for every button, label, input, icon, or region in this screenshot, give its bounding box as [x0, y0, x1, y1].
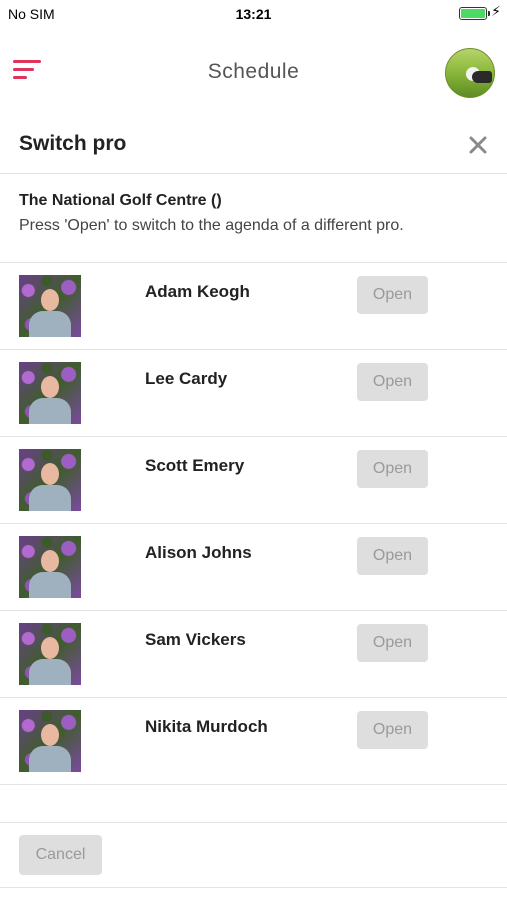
- open-button[interactable]: Open: [357, 363, 428, 401]
- pro-photo: [19, 623, 81, 685]
- pro-photo: [19, 362, 81, 424]
- close-icon[interactable]: [467, 134, 489, 156]
- list-item: Alison Johns Open: [0, 524, 507, 611]
- cancel-button[interactable]: Cancel: [19, 835, 102, 875]
- open-button[interactable]: Open: [357, 276, 428, 314]
- list-item: Scott Emery Open: [0, 437, 507, 524]
- pro-photo: [19, 536, 81, 598]
- pro-photo: [19, 275, 81, 337]
- pro-name: Lee Cardy: [145, 369, 228, 388]
- open-button[interactable]: Open: [357, 537, 428, 575]
- page-title: Schedule: [207, 60, 300, 83]
- status-bar: No SIM 13:21 ⚡: [0, 0, 507, 28]
- status-time: 13:21: [235, 6, 272, 22]
- list-item: Nikita Murdoch Open: [0, 698, 507, 785]
- list-item: Adam Keogh Open: [0, 263, 507, 350]
- app-header: Schedule: [0, 28, 507, 118]
- info-section: The National Golf Centre () Press 'Open'…: [0, 175, 507, 263]
- modal-title: Switch pro: [19, 132, 127, 155]
- charging-bolt-icon: ⚡: [491, 3, 501, 19]
- pro-photo: [19, 449, 81, 511]
- list-item: Lee Cardy Open: [0, 350, 507, 437]
- pro-list: Adam Keogh Open Lee Cardy Open Scott Eme…: [0, 263, 507, 785]
- pro-name: Adam Keogh: [145, 282, 250, 301]
- battery-cap: [488, 11, 490, 16]
- avatar[interactable]: [445, 48, 495, 98]
- pro-name: Sam Vickers: [145, 630, 246, 649]
- pro-name: Scott Emery: [145, 456, 245, 475]
- open-button[interactable]: Open: [357, 450, 428, 488]
- info-text: Press 'Open' to switch to the agenda of …: [19, 217, 404, 234]
- pro-name: Alison Johns: [145, 543, 252, 562]
- pro-photo: [19, 710, 81, 772]
- open-button[interactable]: Open: [357, 624, 428, 662]
- open-button[interactable]: Open: [357, 711, 428, 749]
- modal-footer: Cancel: [0, 822, 507, 888]
- list-item: Sam Vickers Open: [0, 611, 507, 698]
- modal-header: Switch pro: [0, 118, 507, 174]
- club-name: The National Golf Centre (): [19, 192, 222, 209]
- pro-name: Nikita Murdoch: [145, 717, 268, 736]
- battery-icon: [459, 7, 487, 20]
